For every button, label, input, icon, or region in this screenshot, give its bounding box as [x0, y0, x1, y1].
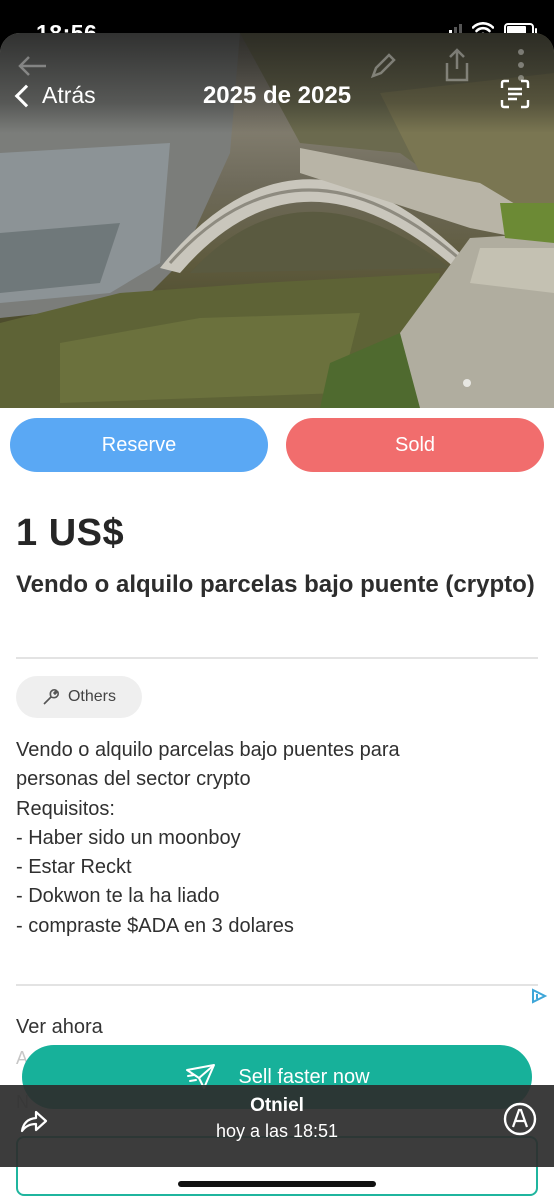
- listing-content: Reserve Sold 1 US$ Vendo o alquilo parce…: [0, 408, 554, 1200]
- reserve-button[interactable]: Reserve: [10, 418, 268, 472]
- wrench-icon: [43, 689, 59, 705]
- action-buttons: Reserve Sold: [10, 418, 544, 472]
- category-chip[interactable]: Others: [16, 676, 142, 718]
- description-line: - compraste $ADA en 3 dolares: [16, 914, 294, 937]
- divider: [16, 657, 538, 659]
- listing-price: 1 US$: [16, 512, 125, 554]
- listing-description: Vendo o alquilo parcelas bajo puentes pa…: [16, 736, 536, 941]
- home-indicator[interactable]: [178, 1181, 376, 1187]
- description-line: - Dokwon te la ha liado: [16, 885, 220, 908]
- sender-name: Otniel: [250, 1095, 304, 1116]
- message-info-bar: Otniel hoy a las 18:51: [0, 1085, 554, 1167]
- description-line: - Haber sido un moonboy: [16, 826, 241, 849]
- listing-title: Vendo o alquilo parcelas bajo puente (cr…: [16, 571, 535, 598]
- sold-button[interactable]: Sold: [286, 418, 544, 472]
- page-title: 2025 de 2025: [202, 82, 352, 109]
- description-line: personas del sector crypto: [16, 768, 251, 791]
- ad-choices-icon[interactable]: [530, 988, 548, 1004]
- markup-icon[interactable]: [502, 1101, 538, 1137]
- ad-heading[interactable]: Ver ahora: [16, 1016, 103, 1039]
- description-line: Requisitos:: [16, 797, 115, 820]
- top-nav: Atrás 2025 de 2025: [0, 70, 554, 126]
- divider: [16, 984, 538, 986]
- description-line: Vendo o alquilo parcelas bajo puentes pa…: [16, 739, 400, 761]
- category-label: Others: [67, 688, 116, 705]
- description-line: - Estar Reckt: [16, 856, 132, 879]
- message-timestamp: hoy a las 18:51: [215, 1121, 339, 1141]
- scan-text-icon[interactable]: [500, 79, 530, 109]
